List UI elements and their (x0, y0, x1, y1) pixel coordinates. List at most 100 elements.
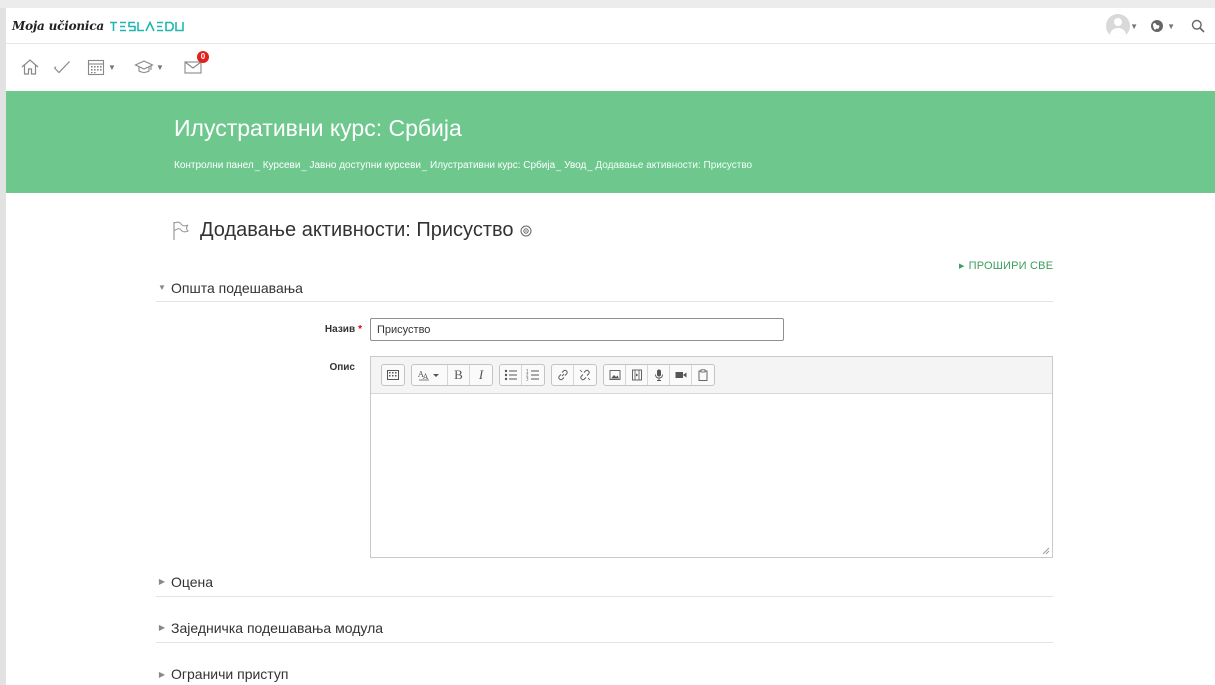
app-window: Moja učionica ▼ ▼ ▼ ▼ 0 Илустративни кур… (0, 0, 1215, 685)
chevron-down-icon: ▼ (1130, 21, 1139, 31)
triangle-right-icon: ▶ (158, 669, 166, 679)
chevron-down-icon: ▼ (1167, 21, 1175, 31)
messages-count-badge: 0 (197, 51, 209, 63)
tesla-edu-logo (109, 20, 187, 32)
link-button[interactable] (552, 365, 574, 385)
quick-access-toolbar: ▼ ▼ 0 (6, 45, 1215, 91)
editor-toolbar: A A B I 1 2 3 (371, 357, 1052, 394)
section-common-module-title: Заједничка подешавања модула (171, 619, 384, 636)
expand-all-label: ПРОШИРИ СВЕ (968, 260, 1054, 272)
editor-group-toggle (381, 364, 405, 386)
breadcrumb-current: Додавање активности: Присуство (595, 160, 753, 171)
triangle-right-icon: ▶ (158, 577, 166, 586)
description-label: Опис (329, 362, 355, 373)
globe-icon (1151, 20, 1164, 32)
film-icon (631, 369, 642, 381)
keyboard-icon (387, 370, 399, 380)
search-button[interactable] (1191, 19, 1205, 33)
breadcrumb-course[interactable]: Илустративни курс: Србија (430, 160, 555, 171)
breadcrumb-separator: _ (556, 160, 562, 171)
description-editor: A A B I 1 2 3 (370, 356, 1053, 558)
name-label: Назив * (286, 324, 362, 335)
courses-menu[interactable]: ▼ (134, 55, 164, 79)
completed-button[interactable] (52, 55, 72, 79)
top-navbar: Moja učionica ▼ ▼ (6, 8, 1215, 44)
course-header: Илустративни курс: Србија Контролни пане… (6, 91, 1215, 193)
brand-script-text: Moja učionica (12, 19, 104, 33)
bold-button[interactable]: B (448, 365, 470, 385)
editor-group-links (551, 364, 597, 386)
navbar-right: ▼ ▼ (1106, 13, 1205, 39)
ordered-list-button[interactable]: 123 (522, 365, 544, 385)
link-icon (557, 369, 568, 381)
window-top-edge (0, 0, 1215, 8)
flag-icon (173, 221, 189, 240)
help-icon (520, 225, 531, 236)
required-marker: * (358, 324, 362, 335)
breadcrumb-public-courses[interactable]: Јавно доступни курсеви (309, 160, 421, 171)
editor-group-style: A A B I (411, 364, 493, 386)
editor-group-lists: 123 (499, 364, 545, 386)
section-common-module[interactable]: ▶ Заједничка подешавања модула (156, 613, 1053, 643)
check-icon (54, 61, 70, 74)
image-icon (609, 370, 620, 380)
section-restrict-access[interactable]: ▶ Ограничи приступ (156, 659, 1053, 685)
record-audio-button[interactable] (648, 365, 670, 385)
editor-group-media (603, 364, 715, 386)
breadcrumb-separator: _ (301, 160, 307, 171)
numbered-list-icon: 123 (526, 369, 539, 382)
site-brand[interactable]: Moja učionica (12, 17, 187, 35)
chevron-down-icon: ▼ (156, 62, 164, 72)
chevron-down-icon: ▼ (108, 62, 116, 72)
record-video-button[interactable] (670, 365, 692, 385)
breadcrumb-separator: _ (421, 160, 427, 171)
home-button[interactable] (20, 55, 40, 79)
clipboard-icon (698, 369, 708, 381)
section-grade[interactable]: ▶ Оцена (156, 567, 1053, 597)
breadcrumb-separator: _ (254, 160, 260, 171)
italic-button[interactable]: I (470, 365, 492, 385)
description-textarea[interactable] (371, 394, 1052, 557)
expand-all-link[interactable]: ▶ ПРОШИРИ СВЕ (959, 260, 1053, 272)
page-heading: Додавање активности: Присуство (172, 219, 532, 242)
section-general[interactable]: ▼ Општа подешавања (156, 274, 1053, 302)
breadcrumb-section[interactable]: Увод (564, 160, 586, 171)
font-style-icon: A A (418, 370, 439, 381)
name-label-text: Назив (324, 324, 356, 335)
resize-grip-icon[interactable] (1041, 546, 1050, 555)
video-camera-icon (675, 372, 686, 378)
bullet-list-icon (504, 369, 517, 381)
microphone-icon (654, 369, 663, 381)
section-grade-title: Оцена (171, 573, 214, 590)
breadcrumb: Контролни панел _ Курсеви _ Јавно доступни… (174, 160, 752, 171)
main-content: Додавање активности: Присуство ▶ ПРОШИРИ… (6, 193, 1215, 685)
graduation-cap-icon (134, 60, 154, 74)
unlink-button[interactable] (574, 365, 596, 385)
help-button[interactable] (520, 225, 532, 237)
breadcrumb-dashboard[interactable]: Контролни панел (174, 160, 254, 171)
paragraph-style-button[interactable]: A A (412, 365, 448, 385)
course-title: Илустративни курс: Србија (174, 115, 462, 141)
calendar-menu[interactable]: ▼ (86, 55, 116, 79)
toolbar-toggle-button[interactable] (382, 365, 404, 385)
home-icon (21, 59, 39, 75)
section-general-title: Општа подешавања (171, 279, 303, 296)
manage-files-button[interactable] (692, 365, 714, 385)
unordered-list-button[interactable] (500, 365, 522, 385)
page-title: Додавање активности: Присуство (200, 219, 514, 241)
search-icon (1191, 19, 1205, 33)
language-menu[interactable]: ▼ (1150, 19, 1175, 33)
breadcrumb-courses[interactable]: Курсеви (263, 160, 301, 171)
insert-image-button[interactable] (604, 365, 626, 385)
insert-media-button[interactable] (626, 365, 648, 385)
triangle-down-icon: ▼ (158, 283, 166, 292)
svg-text:3: 3 (526, 377, 529, 382)
user-menu[interactable]: ▼ (1106, 14, 1138, 38)
triangle-right-icon: ▶ (959, 263, 965, 270)
messages-button[interactable]: 0 (183, 51, 209, 79)
breadcrumb-separator: _ (587, 160, 593, 171)
user-avatar (1106, 14, 1131, 38)
triangle-right-icon: ▶ (158, 623, 166, 632)
name-input[interactable] (370, 318, 784, 341)
unlink-icon (579, 369, 591, 381)
